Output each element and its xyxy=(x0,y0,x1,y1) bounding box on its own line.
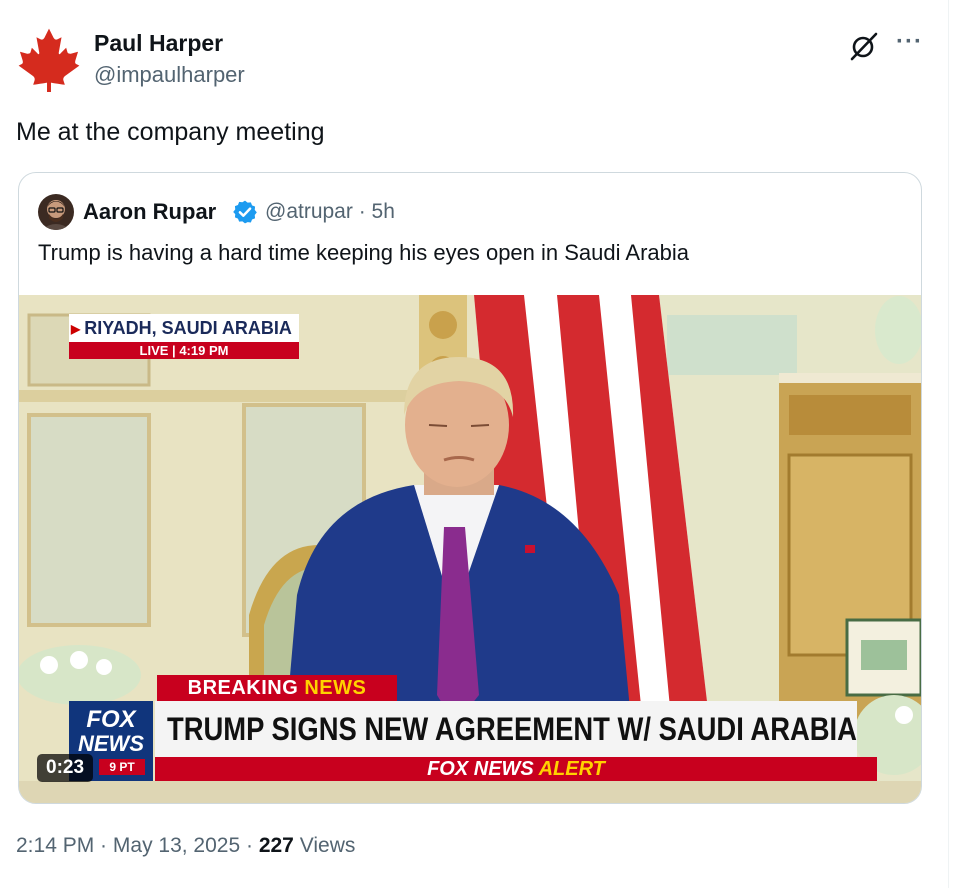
live-bar: LIVE | 4:19 PM xyxy=(69,342,299,359)
location-text: RIYADH, SAUDI ARABIA xyxy=(84,318,292,338)
fox-logo-line2: NEWS xyxy=(78,731,144,756)
fox-logo-line3: 9 PT xyxy=(99,759,145,775)
author-name[interactable]: Paul Harper xyxy=(94,30,223,57)
quote-author-name[interactable]: Aaron Rupar xyxy=(83,199,216,225)
live-time: 4:19 PM xyxy=(179,343,229,358)
quote-author-avatar[interactable] xyxy=(38,194,74,230)
grok-icon[interactable] xyxy=(848,30,880,62)
quote-text: Trump is having a hard time keeping his … xyxy=(38,240,690,265)
quote-age[interactable]: 5h xyxy=(372,200,395,223)
chyron-headline: TRUMP SIGNS NEW AGREEMENT W/ SAUDI ARABI… xyxy=(155,701,857,757)
alert-word: ALERT xyxy=(538,758,605,780)
live-label: LIVE xyxy=(139,343,169,358)
views-label: Views xyxy=(299,834,356,857)
tweet-date[interactable]: May 13, 2025 xyxy=(113,834,240,857)
tweet-time[interactable]: 2:14 PM xyxy=(16,834,94,857)
quote-author-handle[interactable]: @atrupar xyxy=(265,200,353,223)
quoted-tweet-card[interactable]: Aaron Rupar @atrupar · 5h Trump is havin… xyxy=(18,172,922,804)
verified-badge-icon xyxy=(233,200,257,224)
fox-news-alert-bar: FOX NEWS ALERT xyxy=(155,757,877,781)
tweet-metadata: 2:14 PM · May 13, 2025 · 227 Views xyxy=(16,834,356,857)
breaking-word: BREAKING xyxy=(187,677,299,699)
more-horizontal-icon[interactable]: ··· xyxy=(896,30,923,54)
location-lower-third: ▶ RIYADH, SAUDI ARABIA xyxy=(69,314,299,342)
fox-logo-line1: FOX xyxy=(86,706,136,733)
alert-brand: FOX NEWS xyxy=(427,758,534,780)
timeline-divider xyxy=(948,0,949,888)
news-word: NEWS xyxy=(304,677,367,699)
quote-meta: @atrupar · 5h xyxy=(265,200,395,223)
views-count[interactable]: 227 xyxy=(259,834,294,857)
author-handle[interactable]: @impaulharper xyxy=(94,62,245,88)
video-player[interactable]: ▶ RIYADH, SAUDI ARABIA LIVE | 4:19 PM BRE… xyxy=(19,295,921,803)
tweet-text: Me at the company meeting xyxy=(16,118,325,146)
video-duration: 0:23 xyxy=(37,754,94,782)
maple-leaf-icon[interactable] xyxy=(16,26,82,92)
breaking-news-tag: BREAKING NEWS xyxy=(157,675,397,701)
